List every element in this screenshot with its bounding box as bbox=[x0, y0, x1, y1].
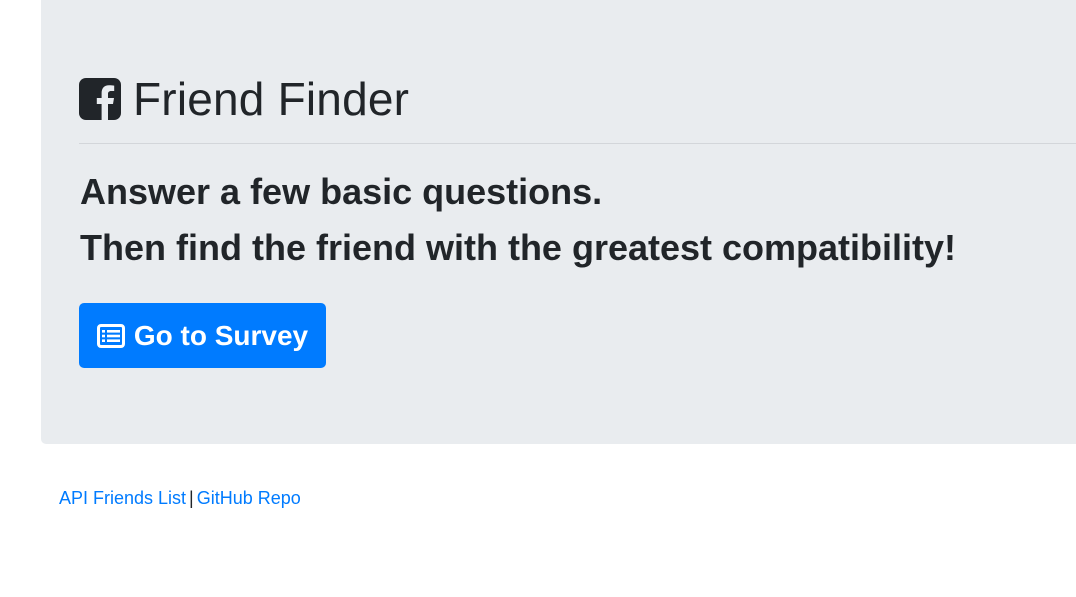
api-friends-list-link[interactable]: API Friends List bbox=[59, 488, 186, 508]
jumbotron: Friend Finder Answer a few basic questio… bbox=[41, 0, 1076, 444]
list-alt-icon bbox=[96, 323, 125, 348]
page-title-row: Friend Finder bbox=[79, 72, 409, 126]
go-to-survey-button[interactable]: Go to Survey bbox=[79, 303, 326, 368]
footer: API Friends List | GitHub Repo bbox=[59, 486, 301, 510]
github-repo-link[interactable]: GitHub Repo bbox=[197, 488, 301, 508]
divider bbox=[79, 143, 1076, 144]
page-title: Friend Finder bbox=[133, 73, 410, 125]
lead-text: Answer a few basic questions. Then find … bbox=[80, 164, 956, 276]
lead-line-2: Then find the friend with the greatest c… bbox=[80, 227, 957, 268]
lead-line-1: Answer a few basic questions. bbox=[80, 171, 603, 212]
go-to-survey-label: Go to Survey bbox=[133, 319, 309, 351]
facebook-square-icon bbox=[79, 78, 121, 120]
footer-separator: | bbox=[189, 488, 194, 508]
